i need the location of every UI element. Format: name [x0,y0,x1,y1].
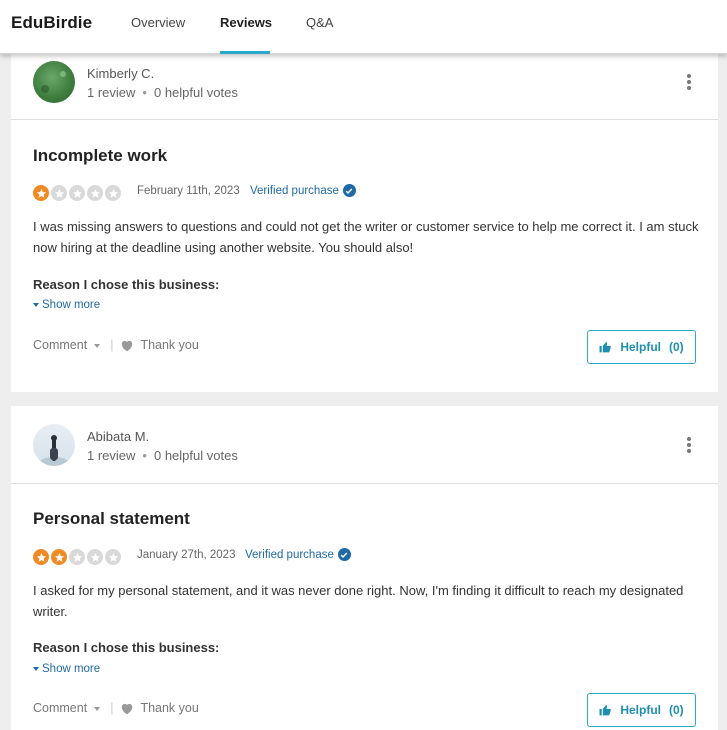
more-options-icon[interactable] [684,437,694,455]
review-title: Personal statement [33,509,190,528]
heart-icon [122,703,133,714]
star-empty-icon [105,549,121,565]
star-empty-icon [69,185,85,201]
thumbs-up-icon [599,705,612,716]
top-nav-bar: EduBirdie Overview Reviews Q&A [0,0,727,54]
thumbs-up-icon [599,342,612,353]
chevron-down-icon [94,707,101,711]
helpful-votes-count: 0 helpful votes [153,448,238,463]
tab-reviews[interactable]: Reviews [220,15,272,30]
active-tab-indicator [220,51,270,54]
thank-you-button[interactable]: Thank you [120,338,199,352]
review-count: 1 review [87,85,136,100]
review-body: I was missing answers to questions and c… [33,219,699,255]
reason-label: Reason I chose this business: [33,640,220,655]
verified-check-icon [342,184,356,197]
tab-overview[interactable]: Overview [131,15,185,30]
thank-you-label: Thank you [140,701,199,715]
comment-label: Comment [33,701,88,715]
helpful-count: (0) [669,340,684,354]
star-filled-icon [51,549,67,565]
helpful-count: (0) [669,703,684,717]
reason-label: Reason I chose this business: [33,277,220,292]
avatar[interactable] [33,424,75,466]
reviewer-name[interactable]: Kimberly C. [87,66,154,81]
brand-logo[interactable]: EduBirdie [11,13,92,33]
star-empty-icon [51,185,67,201]
divider [11,483,718,484]
action-separator: | [110,701,114,715]
caret-down-icon [33,303,39,307]
review-count: 1 review [87,448,136,463]
show-more-link[interactable]: Show more [33,299,100,311]
comment-button[interactable]: Comment [33,701,101,715]
star-empty-icon [87,185,103,201]
review-date: February 11th, 2023 [137,185,240,197]
verified-label: Verified purchase [245,548,334,561]
star-empty-icon [69,549,85,565]
review-actions: Comment | Thank you [33,701,199,715]
avatar-image [40,435,68,466]
helpful-button[interactable]: Helpful (0) [587,330,696,364]
helpful-votes-count: 0 helpful votes [153,85,238,100]
separator-dot: • [142,448,147,463]
review-actions: Comment | Thank you [33,338,199,352]
avatar[interactable] [33,61,75,103]
reviewer-stats: 1 review • 0 helpful votes [87,448,238,463]
review-title: Incomplete work [33,146,168,165]
verified-purchase-badge: Verified purchase [250,184,356,197]
verified-check-icon [337,548,351,561]
heart-icon [122,340,133,351]
comment-button[interactable]: Comment [33,338,101,352]
star-empty-icon [87,549,103,565]
verified-label: Verified purchase [250,184,339,197]
show-more-link[interactable]: Show more [33,663,100,675]
star-filled-icon [33,549,49,565]
separator-dot: • [142,85,147,100]
caret-down-icon [33,667,39,671]
review-body: I asked for my personal statement, and i… [33,583,684,619]
chevron-down-icon [94,344,101,348]
tab-qa[interactable]: Q&A [306,15,333,30]
star-filled-icon [33,185,49,201]
review-card: Kimberly C. 1 review • 0 helpful votes Inc… [11,54,718,392]
thank-you-button[interactable]: Thank you [120,701,199,715]
reviewer-name[interactable]: Abibata M. [87,429,149,444]
verified-purchase-badge: Verified purchase [245,548,351,561]
star-rating [33,185,121,201]
show-more-label: Show more [42,663,101,675]
helpful-button[interactable]: Helpful (0) [587,693,696,727]
avatar-image [41,71,66,93]
review-card: Abibata M. 1 review • 0 helpful votes Pers… [11,406,718,730]
thank-you-label: Thank you [140,338,199,352]
divider [11,119,718,120]
action-separator: | [110,338,114,352]
reviewer-stats: 1 review • 0 helpful votes [87,85,238,100]
helpful-label: Helpful [620,703,661,717]
star-empty-icon [105,185,121,201]
show-more-label: Show more [42,299,101,311]
review-date: January 27th, 2023 [137,549,236,561]
comment-label: Comment [33,338,88,352]
star-rating [33,549,121,565]
helpful-label: Helpful [620,340,661,354]
more-options-icon[interactable] [684,74,694,92]
